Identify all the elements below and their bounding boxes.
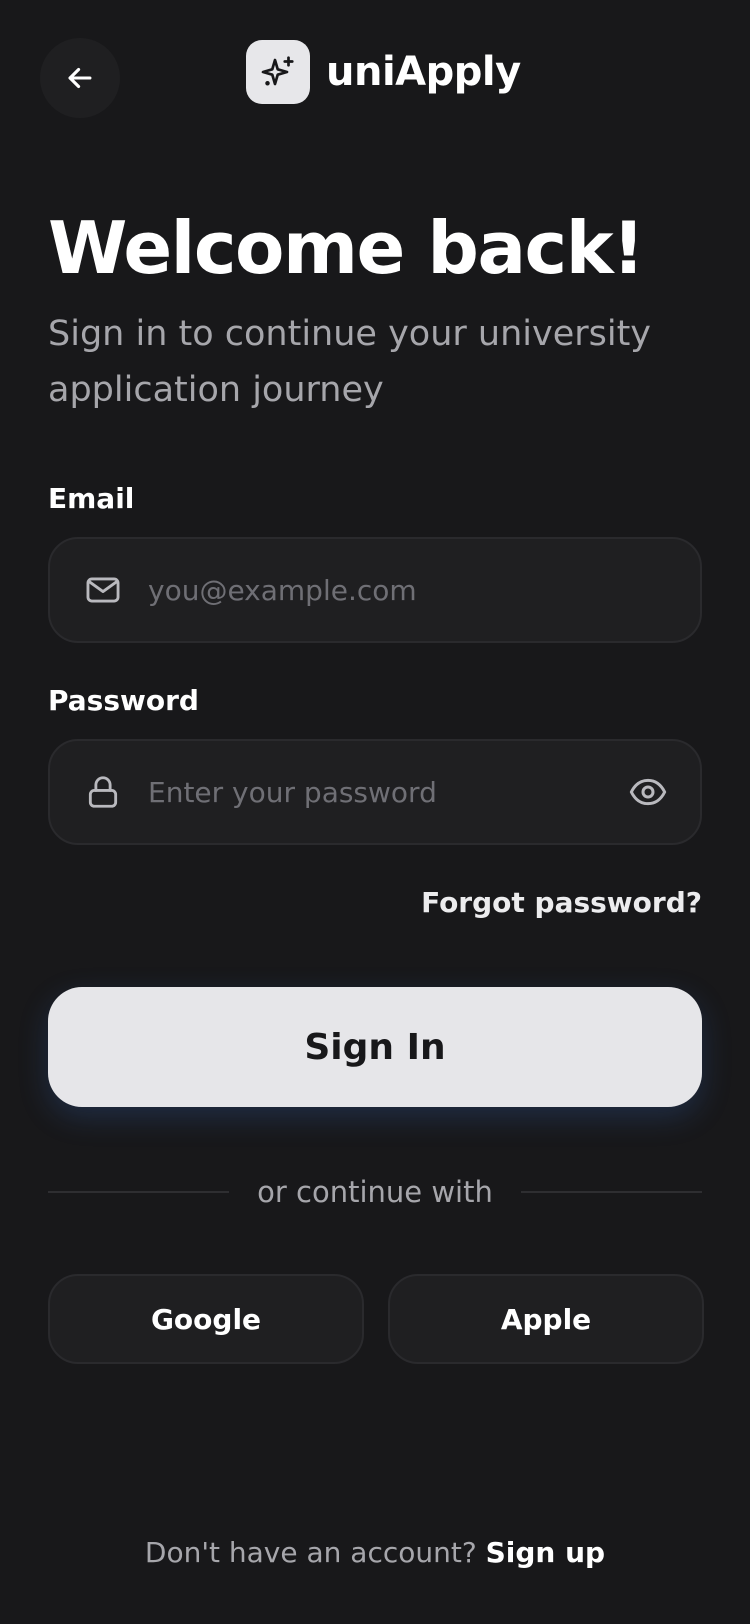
divider: or continue with [48,1170,703,1214]
sparkle-icon [261,56,294,86]
page-title: Welcome back! [48,206,645,290]
forgot-password-link[interactable]: Forgot password? [421,886,702,919]
sign-in-button[interactable]: Sign In [48,987,702,1107]
brand-name: uniApply [326,49,521,95]
divider-line-right [520,1191,703,1193]
email-input[interactable] [148,539,588,641]
lock-icon [88,776,118,808]
divider-label: or continue with [257,1175,493,1209]
arrow-left-icon [68,67,92,89]
sign-up-link[interactable]: Sign up [486,1536,605,1569]
signup-prompt-text: Don't have an account? [144,1536,486,1569]
page-subtitle: Sign in to continue your university appl… [48,314,652,410]
back-button[interactable] [40,38,120,118]
signup-prompt: Don't have an account? Sign up [0,1536,750,1569]
google-sign-in-button[interactable]: Google [48,1274,364,1364]
divider-line-left [48,1191,230,1193]
mail-icon [86,577,120,603]
password-label: Password [48,684,199,717]
email-label: Email [48,482,135,515]
email-field[interactable] [48,537,702,643]
eye-icon[interactable] [628,772,668,812]
brand-logo [246,40,310,104]
top-bar: uniApply [0,38,750,118]
apple-sign-in-button[interactable]: Apple [388,1274,704,1364]
password-input[interactable] [148,741,588,843]
brand: uniApply [246,40,521,104]
password-field[interactable] [48,739,702,845]
